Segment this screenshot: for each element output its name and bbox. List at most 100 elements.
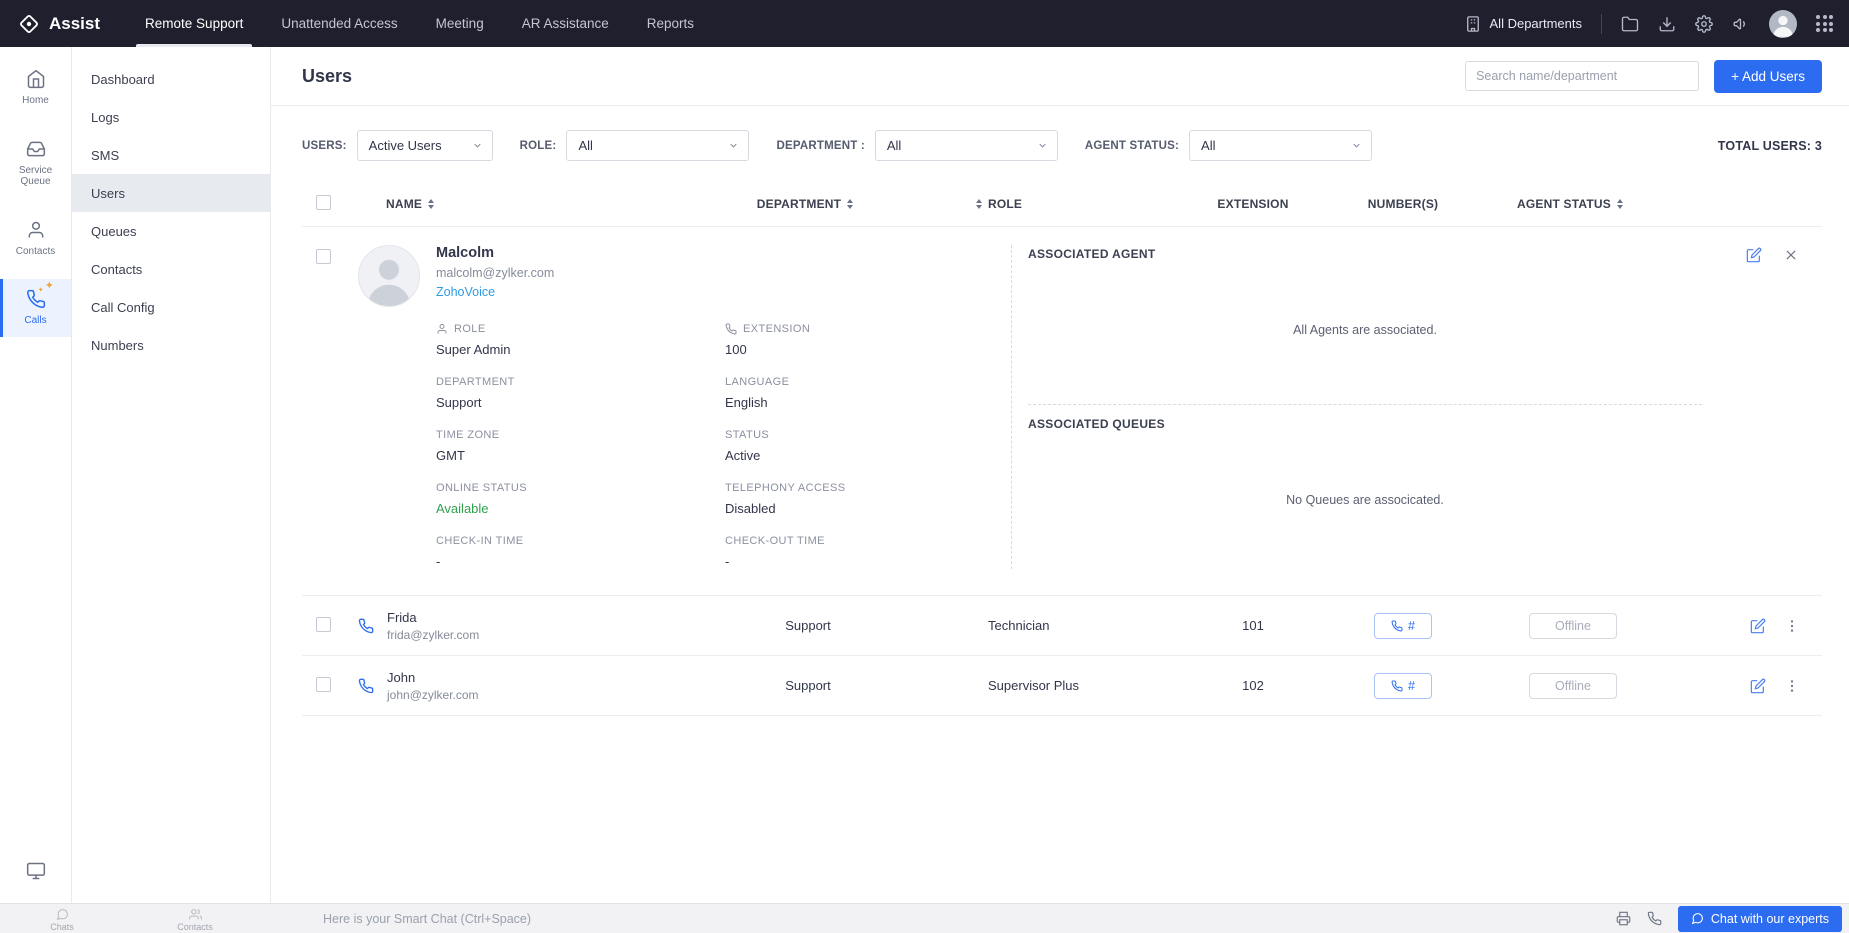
avatar-person-icon [1773,15,1793,37]
card-actions [1746,247,1798,263]
chevron-down-icon [1353,143,1360,148]
filter-users-label: USERS: [302,139,347,152]
sort-icon[interactable] [1616,198,1623,209]
select-all-checkbox[interactable] [316,194,331,210]
user-extension: 102 [1242,678,1264,693]
field-extension: EXTENSION 100 [725,323,811,357]
field-role: ROLE Super Admin [436,323,511,357]
folder-icon[interactable] [1621,15,1639,33]
sidebar-item-users[interactable]: Users [72,174,270,212]
edit-icon[interactable] [1750,678,1766,694]
rail-item-label: Service Queue [18,164,53,188]
apps-grid-icon[interactable] [1816,15,1833,32]
search-input[interactable] [1465,61,1700,91]
user-name: Malcolm [436,245,495,261]
row-checkbox[interactable] [316,249,331,264]
row-checkbox[interactable] [316,676,331,692]
download-icon[interactable] [1658,15,1676,33]
close-icon[interactable] [1784,248,1798,262]
printer-icon[interactable] [1616,911,1631,926]
rail-item-calls[interactable]: ✦ Calls [0,279,71,337]
nav-reports[interactable]: Reports [628,0,713,47]
zohovoice-link[interactable]: ZohoVoice [436,285,495,299]
edit-icon[interactable] [1750,618,1766,634]
user-role: Supervisor Plus [988,678,1080,693]
chat-bubble-icon [56,909,68,921]
filter-agent-status: AGENT STATUS: All [1085,130,1373,161]
topbar: Assist Remote Support Unattended Access … [0,0,1849,47]
main-content: Users + Add Users USERS: Active Users RO… [271,47,1849,903]
online-status-value: Available [436,501,489,516]
filter-agent-status-select[interactable]: All [1189,130,1373,161]
user-role: Technician [988,618,1050,633]
announcement-icon[interactable] [1732,15,1750,33]
edit-icon[interactable] [1746,247,1762,263]
rail-item-home[interactable]: Home [0,59,71,117]
taskbar-contacts[interactable]: Contacts [157,908,233,933]
departments-switcher[interactable]: All Departments [1464,15,1582,33]
kebab-menu-icon[interactable] [1784,678,1800,694]
home-icon [27,69,44,89]
user-avatar-large [358,245,420,307]
field-telephony-access: TELEPHONY ACCESS Disabled [725,482,846,516]
nav-ar-assistance[interactable]: AR Assistance [503,0,628,47]
filter-role-select[interactable]: All [566,130,750,161]
sidebar-item-contacts[interactable]: Contacts [72,250,270,288]
associations-panel: ASSOCIATED AGENT All Agents are associat… [1011,245,1822,569]
avatar-person-icon [367,259,411,306]
main-nav: Remote Support Unattended Access Meeting… [126,0,713,47]
field-department: DEPARTMENT Support [436,376,515,410]
rail-item-contacts[interactable]: Contacts [0,210,71,268]
nav-remote-support[interactable]: Remote Support [126,0,262,47]
smart-chat-input[interactable] [293,911,1616,926]
sort-icon[interactable] [976,198,982,209]
nav-unattended-access[interactable]: Unattended Access [262,0,416,47]
phone-icon[interactable] [1647,911,1662,926]
nav-meeting[interactable]: Meeting [417,0,503,47]
chat-taskbar: Chats Contacts [0,904,233,933]
sidebar-item-logs[interactable]: Logs [72,98,270,136]
sidebar-item-dashboard[interactable]: Dashboard [72,60,270,98]
sidebar-item-numbers[interactable]: Numbers [72,326,270,364]
service-queue-icon [26,141,45,156]
user-name: John [387,669,416,685]
sidebar-item-sms[interactable]: SMS [72,136,270,174]
user-email: john@zylker.com [387,687,479,702]
phone-icon [1391,680,1403,691]
topbar-divider [1601,13,1602,34]
icon-rail: Home Service Queue Contacts ✦ Calls [0,47,72,903]
kebab-menu-icon[interactable] [1784,618,1800,634]
column-name: NAME [386,196,423,211]
sidebar-item-call-config[interactable]: Call Config [72,288,270,326]
brand[interactable]: Assist [0,0,126,47]
rail-item-service-queue[interactable]: Service Queue [0,129,71,198]
rail-item-label: Contacts [15,245,56,257]
column-numbers: NUMBER(S) [1367,196,1439,211]
numbers-button[interactable]: # [1374,612,1432,639]
calls-sidebar: Dashboard Logs SMS Users Queues Contacts… [72,47,271,903]
numbers-button[interactable]: # [1374,672,1432,699]
sort-icon[interactable] [847,198,854,209]
agent-status-badge: Offline [1529,612,1617,639]
screen-share-button[interactable] [0,861,71,881]
filter-department-select[interactable]: All [874,130,1058,161]
filter-users-value: Active Users [368,138,442,153]
sparkle-icon: ✦ [38,281,54,295]
taskbar-chats[interactable]: Chats [24,908,100,933]
field-check-out-time: CHECK-OUT TIME - [725,535,825,569]
phone-icon [358,618,374,633]
user-avatar[interactable] [1769,9,1797,38]
filter-users-select[interactable]: Active Users [356,130,493,161]
row-checkbox[interactable] [316,616,331,632]
settings-gear-icon[interactable] [1695,14,1713,33]
user-extension: 101 [1242,618,1264,633]
people-icon [188,909,202,920]
screen-share-icon [26,862,45,880]
sidebar-item-queues[interactable]: Queues [72,212,270,250]
chat-with-experts-button[interactable]: Chat with our experts [1677,905,1842,932]
sort-icon[interactable] [428,198,435,209]
bottom-bar-right: Chat with our experts [1616,905,1842,932]
associated-agent-title: ASSOCIATED AGENT [1028,247,1156,261]
phone-icon [358,678,374,693]
add-users-button[interactable]: + Add Users [1714,59,1822,93]
